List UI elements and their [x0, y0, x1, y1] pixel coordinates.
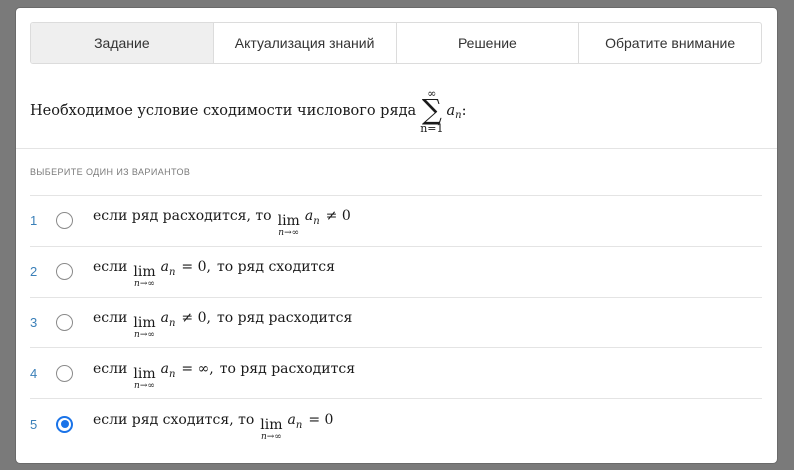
option-text-before: если ряд расходится, то: [93, 208, 272, 225]
answer-option-2[interactable]: 2 если lim n→∞ an = 0, то ряд сходится: [30, 245, 762, 297]
term: a: [287, 411, 296, 428]
term: a: [160, 309, 169, 326]
lim-subscript: n→∞: [278, 228, 300, 239]
limit-expression: lim n→∞: [260, 418, 282, 442]
sum-lower-limit: n=1: [420, 122, 444, 135]
term-index: n: [168, 317, 176, 329]
answer-option-1[interactable]: 1 если ряд расходится, то lim n→∞ an ≠ 0: [30, 195, 762, 246]
term: a: [160, 259, 169, 276]
relation: = ∞,: [181, 360, 214, 377]
lim-subscript: n→∞: [134, 380, 155, 391]
option-number: 2: [30, 264, 38, 280]
answer-option-4[interactable]: 4 если lim n→∞ an = ∞, то ряд расходится: [30, 347, 762, 398]
term-index: n: [168, 368, 176, 380]
term-index: n: [313, 216, 320, 228]
option-text: если ряд сходится, то lim n→∞ an = 0: [93, 411, 339, 442]
lim-subscript: n→∞: [260, 431, 282, 442]
radio-button[interactable]: [56, 263, 73, 281]
option-text-before: если: [93, 309, 128, 326]
option-text-after: то ряд расходится: [219, 360, 356, 377]
option-number: 3: [30, 314, 38, 330]
option-number: 4: [30, 365, 38, 381]
sum-symbol: ∑: [421, 93, 442, 126]
radio-button[interactable]: [56, 212, 73, 230]
option-text: если ряд расходится, то lim n→∞ an ≠ 0: [93, 208, 357, 238]
limit-expression: lim n→∞: [133, 316, 155, 340]
term: a: [304, 208, 314, 225]
term-index: n: [295, 419, 303, 431]
answer-options: 1 если ряд расходится, то lim n→∞ an ≠ 0 …: [30, 195, 762, 449]
answer-option-5[interactable]: 5 если ряд сходится, то lim n→∞ an = 0: [30, 398, 762, 449]
relation: ≠ 0: [325, 208, 351, 225]
task-card: Задание Актуализация знаний Решение Обра…: [16, 8, 777, 463]
series-term: a: [446, 103, 456, 119]
lim-word: lim: [133, 264, 156, 281]
option-number: 1: [30, 213, 38, 229]
divider: [16, 148, 777, 149]
option-text-after: то ряд сходится: [216, 259, 335, 276]
option-text-before: если: [93, 360, 128, 377]
lim-subscript: n→∞: [134, 329, 155, 340]
tab-solution[interactable]: Решение: [397, 23, 580, 63]
relation: = 0: [308, 411, 334, 428]
tab-knowledge-review[interactable]: Актуализация знаний: [214, 23, 397, 63]
term: a: [160, 360, 169, 377]
lim-word: lim: [260, 416, 283, 433]
option-number: 5: [30, 416, 38, 432]
sum-formula: ∞ ∑ n=1: [420, 88, 443, 134]
series-term-index: n: [455, 109, 462, 121]
limit-expression: lim n→∞: [133, 367, 155, 391]
choose-one-hint: ВЫБЕРИТЕ ОДИН ИЗ ВАРИАНТОВ: [30, 167, 191, 177]
limit-expression: lim n→∞: [278, 214, 300, 238]
limit-expression: lim n→∞: [133, 265, 155, 289]
radio-button-selected[interactable]: [56, 415, 73, 433]
option-text: если lim n→∞ an = 0, то ряд сходится: [93, 259, 335, 289]
lim-word: lim: [277, 213, 300, 230]
tab-bar: Задание Актуализация знаний Решение Обра…: [30, 22, 762, 64]
option-text-after: то ряд расходится: [216, 309, 353, 326]
option-text: если lim n→∞ an = ∞, то ряд расходится: [93, 360, 356, 391]
lim-word: lim: [133, 314, 156, 331]
lim-subscript: n→∞: [134, 279, 155, 290]
option-text-before: если: [93, 259, 128, 276]
relation: ≠ 0,: [181, 309, 211, 326]
question-label: Необходимое условие сходимости числового…: [30, 103, 417, 119]
relation: = 0,: [181, 259, 211, 276]
tab-attention[interactable]: Обратите внимание: [579, 23, 761, 63]
term-index: n: [168, 267, 176, 279]
option-text: если lim n→∞ an ≠ 0, то ряд расходится: [93, 309, 353, 340]
answer-option-3[interactable]: 3 если lim n→∞ an ≠ 0, то ряд расходится: [30, 296, 762, 348]
radio-button[interactable]: [56, 313, 73, 331]
tab-task[interactable]: Задание: [31, 23, 214, 63]
lim-word: lim: [133, 365, 156, 382]
question-colon: :: [461, 103, 467, 119]
radio-button[interactable]: [56, 364, 73, 382]
question-text: Необходимое условие сходимости числового…: [30, 82, 467, 140]
option-text-before: если ряд сходится, то: [93, 411, 255, 428]
